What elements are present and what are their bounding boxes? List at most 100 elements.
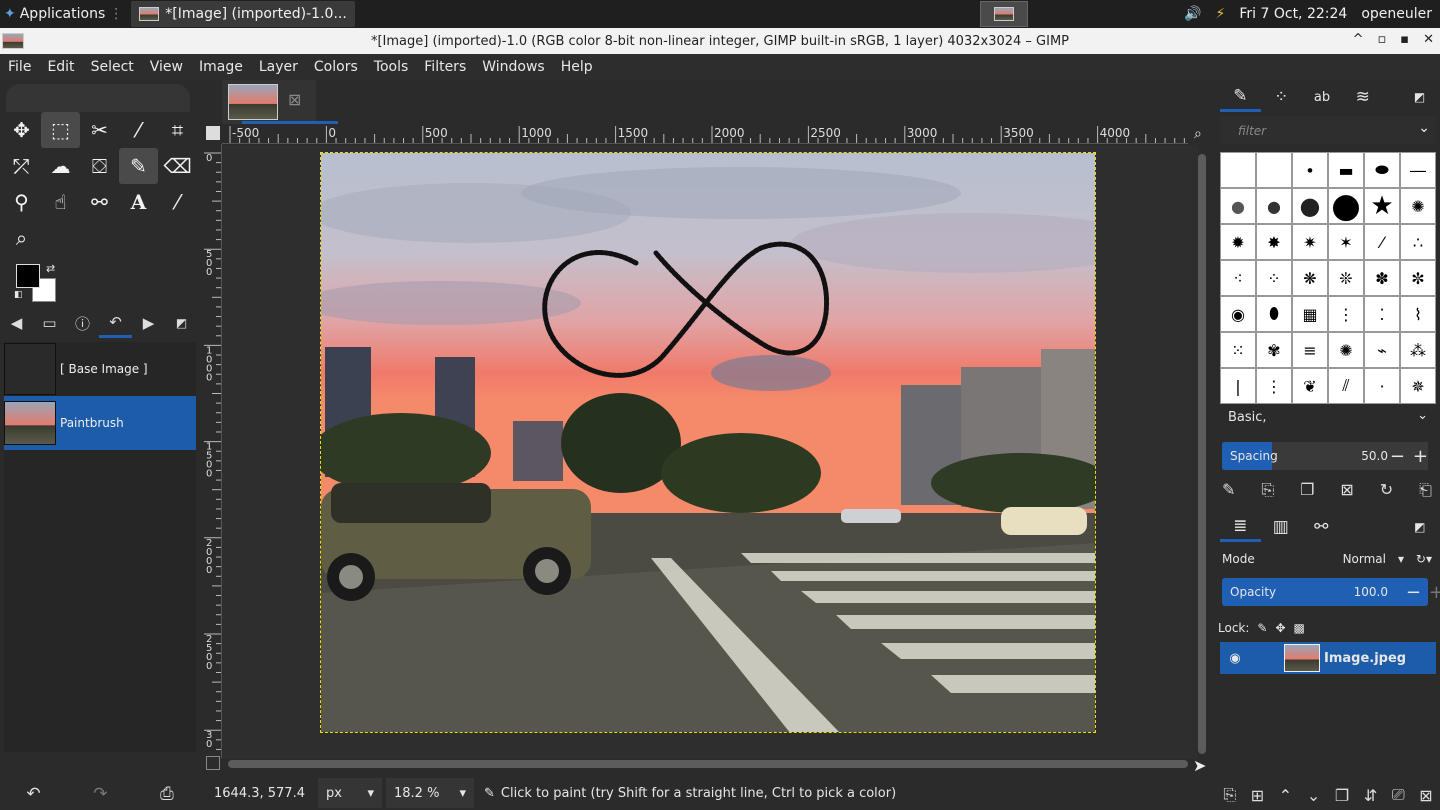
undo-history-tab-icon[interactable]: ↶ xyxy=(99,308,132,338)
brush-item[interactable]: ⁚ xyxy=(1364,296,1400,332)
brush-item[interactable]: ⌁ xyxy=(1364,332,1400,368)
swap-colors-icon[interactable]: ⇄ xyxy=(46,262,55,275)
layer-mask-icon[interactable]: ⎚ xyxy=(1392,785,1405,805)
dock-menu-icon[interactable]: ◩ xyxy=(1400,520,1440,534)
new-brush-icon[interactable]: ⎘ xyxy=(1261,480,1274,504)
paths-tool-icon[interactable]: ⚯ xyxy=(80,184,119,220)
zoom-image-icon[interactable]: ⌕ xyxy=(1194,126,1202,142)
color-picker-tool-icon[interactable]: ⁄ xyxy=(158,184,197,220)
brush-item[interactable]: ✺ xyxy=(1328,332,1364,368)
lock-alpha-icon[interactable]: ▩ xyxy=(1294,621,1305,635)
brush-item[interactable]: ● xyxy=(1220,188,1256,224)
brush-item[interactable]: ● xyxy=(1292,152,1328,188)
brush-item[interactable]: ● xyxy=(1292,188,1328,224)
quick-mask-icon[interactable] xyxy=(206,756,220,770)
redo-icon[interactable]: ↷ xyxy=(93,784,107,804)
menu-edit[interactable]: Edit xyxy=(39,59,82,75)
minus-icon[interactable]: − xyxy=(1390,446,1405,467)
brush-item[interactable]: ✽ xyxy=(1364,260,1400,296)
navigate-icon[interactable]: ➤ xyxy=(1193,756,1206,775)
composite-mode-icon[interactable]: ↻▾ xyxy=(1416,552,1432,566)
horizontal-scrollbar[interactable] xyxy=(228,760,1188,768)
image-tab-close-icon[interactable]: ⊠ xyxy=(288,90,301,109)
text-tool-icon[interactable]: A xyxy=(119,184,158,220)
menu-layer[interactable]: Layer xyxy=(251,59,306,75)
reset-colors-icon[interactable]: ◧ xyxy=(14,290,23,300)
undo-icon[interactable]: ↶ xyxy=(26,784,40,804)
image-tab[interactable]: ⊠ xyxy=(222,80,338,124)
brushes-tab-icon[interactable]: ✎ xyxy=(1220,82,1261,112)
zoom-selector[interactable]: 18.2 % ▾ xyxy=(386,778,474,808)
brush-item[interactable]: ❋ xyxy=(1292,260,1328,296)
menu-windows[interactable]: Windows xyxy=(474,59,553,75)
open-as-image-icon[interactable]: ⎗ xyxy=(1419,480,1432,504)
dock-menu-icon[interactable]: ◩ xyxy=(1399,90,1440,104)
user-name[interactable]: openeuler xyxy=(1361,6,1432,22)
clone-tool-icon[interactable]: ⚲ xyxy=(2,184,41,220)
fg-bg-colors[interactable]: ⇄ ◧ xyxy=(14,262,60,304)
applications-menu[interactable]: ✦ Applications ⋮ xyxy=(0,0,127,28)
brush-item[interactable]: ❦ xyxy=(1292,368,1328,404)
layers-tab-icon[interactable]: ≣ xyxy=(1220,512,1261,542)
smudge-tool-icon[interactable]: ☝ xyxy=(41,184,80,220)
brush-item[interactable]: ❊ xyxy=(1328,260,1364,296)
brush-item[interactable]: ● xyxy=(1256,188,1292,224)
brush-item[interactable]: ▦ xyxy=(1292,296,1328,332)
lock-pixels-icon[interactable]: ✎ xyxy=(1257,621,1267,635)
taskbar-gimp-window[interactable]: *[Image] (imported)-1.0... xyxy=(131,1,355,27)
volume-icon[interactable]: 🔊 xyxy=(1184,6,1201,22)
brush-item[interactable]: ▬ xyxy=(1328,152,1364,188)
brush-item[interactable]: ✵ xyxy=(1400,368,1436,404)
plus-icon[interactable]: + xyxy=(1413,446,1428,467)
brush-item[interactable]: ✾ xyxy=(1256,332,1292,368)
brush-item[interactable]: ⁂ xyxy=(1400,332,1436,368)
brush-item[interactable]: ❘ xyxy=(1220,368,1256,404)
brush-preset-selector[interactable]: Basic, ⌄ xyxy=(1220,406,1436,430)
paths-tab-icon[interactable]: ⚯ xyxy=(1301,517,1342,537)
brush-item[interactable]: ✷ xyxy=(1292,224,1328,260)
unit-selector[interactable]: px ▾ xyxy=(318,778,382,808)
spacing-slider[interactable]: Spacing 50.0 − + xyxy=(1222,442,1428,470)
history-item-base-image[interactable]: [ Base Image ] xyxy=(4,342,196,396)
brush-item[interactable]: ✸ xyxy=(1256,224,1292,260)
window-close-icon[interactable]: ✕ xyxy=(1423,32,1434,47)
brush-item[interactable]: ⬬ xyxy=(1364,152,1400,188)
new-layer-icon[interactable]: ⎘ xyxy=(1223,785,1236,805)
scroll-left-icon[interactable]: ◀ xyxy=(0,314,33,332)
chevron-down-icon[interactable]: ⌄ xyxy=(1418,120,1430,136)
opacity-slider[interactable]: Opacity 100.0 − + xyxy=(1222,578,1440,606)
menu-filters[interactable]: Filters xyxy=(416,59,474,75)
warp-transform-tool-icon[interactable]: ☁ xyxy=(41,148,80,184)
window-maximize-icon[interactable]: ▪ xyxy=(1400,32,1409,47)
document-history-tab-icon[interactable]: ≋ xyxy=(1342,87,1383,107)
brush-item[interactable]: ⫽ xyxy=(1328,368,1364,404)
lock-position-icon[interactable]: ✥ xyxy=(1275,621,1285,635)
refresh-brushes-icon[interactable]: ↻ xyxy=(1380,480,1393,504)
edit-brush-icon[interactable]: ✎ xyxy=(1222,480,1235,504)
tool-options-tab-icon[interactable]: ▭ xyxy=(33,314,66,332)
brush-filter[interactable]: filter ⌄ xyxy=(1220,116,1436,144)
vertical-ruler[interactable]: 0500100015002000250030 xyxy=(202,144,222,758)
brush-item[interactable]: ― xyxy=(1400,152,1436,188)
brush-item[interactable] xyxy=(1256,152,1292,188)
clock[interactable]: Fri 7 Oct, 22:24 xyxy=(1239,6,1347,22)
paintbrush-tool-icon[interactable]: ✎ xyxy=(119,148,158,184)
network-icon[interactable]: ⚡ xyxy=(1216,6,1226,22)
clear-history-icon[interactable]: ⎙ xyxy=(160,784,174,804)
menu-tools[interactable]: Tools xyxy=(366,59,417,75)
menu-select[interactable]: Select xyxy=(83,59,142,75)
brush-item[interactable]: ⋮ xyxy=(1256,368,1292,404)
plus-icon[interactable]: + xyxy=(1429,582,1440,603)
scroll-right-icon[interactable]: ▶ xyxy=(132,314,165,332)
crop-tool-icon[interactable]: ⌗ xyxy=(158,112,197,148)
brush-item[interactable]: ✹ xyxy=(1220,224,1256,260)
window-minimize-icon[interactable]: ▫ xyxy=(1377,32,1386,47)
brush-item[interactable]: ✶ xyxy=(1328,224,1364,260)
brush-item[interactable]: ⁘ xyxy=(1256,260,1292,296)
workspace-switcher[interactable] xyxy=(980,1,1028,27)
quick-mask-toggle[interactable] xyxy=(206,126,220,140)
layer-item[interactable]: ◉ Image.jpeg xyxy=(1220,642,1436,674)
channels-tab-icon[interactable]: ▥ xyxy=(1261,517,1302,537)
duplicate-layer-icon[interactable]: ❐ xyxy=(1335,786,1349,805)
brush-item[interactable]: ⋮ xyxy=(1328,296,1364,332)
